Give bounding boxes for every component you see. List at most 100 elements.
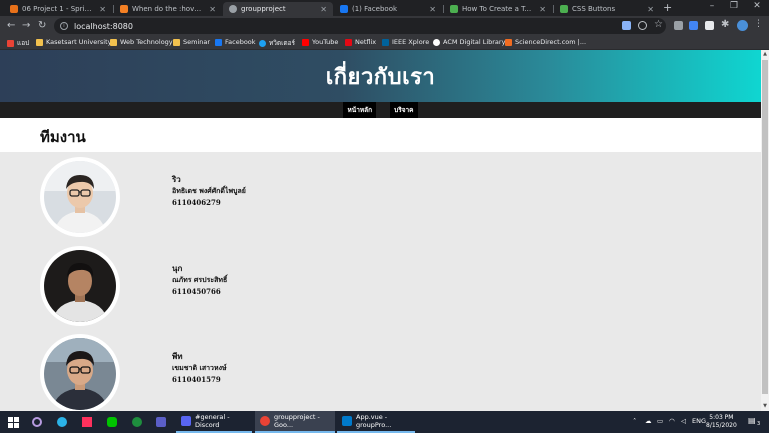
bookmark-item[interactable]: IEEE Xplore (382, 38, 429, 46)
browser-tab[interactable]: When do the :hover, :focus, a ✕ (114, 2, 222, 16)
tab-close-icon[interactable]: ✕ (320, 5, 327, 14)
member-student-id: 6110450766 (172, 287, 221, 296)
extension-icon[interactable] (689, 21, 698, 30)
bookmark-item[interactable]: YouTube (302, 38, 338, 46)
tab-close-icon[interactable]: ✕ (539, 5, 546, 14)
youtube-icon (302, 38, 309, 46)
camera-app-icon[interactable] (130, 414, 144, 430)
teams-icon[interactable] (154, 414, 168, 430)
bookmark-label: YouTube (312, 38, 339, 46)
tab-close-icon[interactable]: ✕ (99, 5, 106, 14)
team-member-card: ริว อิทธิเดช พงศ์ศักดิ์ไพบูลย์ 611040627… (40, 157, 280, 237)
maximize-icon[interactable]: ❐ (726, 1, 742, 11)
bookmark-item[interactable]: ACM Digital Library (433, 38, 505, 46)
language-indicator[interactable]: ENG (692, 417, 706, 425)
notification-center-icon[interactable]: ▤ (748, 416, 756, 425)
nav-link-donate[interactable]: บริจาค (390, 102, 418, 118)
clock-time: 5:03 PM (709, 414, 734, 421)
nav-link-home[interactable]: หน้าหลัก (343, 102, 377, 118)
wifi-icon[interactable]: ◠ (669, 417, 675, 425)
bookmark-item[interactable]: Facebook (215, 38, 256, 46)
taskbar-app-label: App.vue - groupPro... (356, 413, 392, 429)
member-nickname: นุก (172, 264, 183, 273)
bookmarks-bar: แอป Kasetsart University Web Technology … (0, 36, 769, 50)
bookmark-label: ทวิตเตอร์ (269, 39, 295, 47)
tab-close-icon[interactable]: ✕ (429, 5, 436, 14)
bookmark-label: IEEE Xplore (392, 38, 430, 46)
scroll-up-icon[interactable]: ▲ (762, 51, 768, 57)
taskbar-app-vscode[interactable]: App.vue - groupPro... (337, 411, 415, 433)
tab-close-icon[interactable]: ✕ (209, 5, 216, 14)
team-member-card: พีท เขมชาติ เสาวหงษ์ 6110401579 (40, 334, 280, 411)
bookmark-item[interactable]: Netflix (345, 38, 376, 46)
bookmark-item[interactable]: Kasetsart University (36, 38, 112, 46)
extension-icon[interactable] (705, 21, 714, 30)
section-header: ทีมงาน (0, 118, 761, 152)
page-title: เกี่ยวกับเรา (325, 64, 436, 90)
bookmark-star-icon[interactable]: ☆ (654, 18, 663, 32)
browser-tab[interactable]: CSS Buttons ✕ (554, 2, 660, 16)
translate-icon[interactable] (622, 21, 631, 30)
person-photo-icon (44, 250, 116, 322)
minimize-icon[interactable]: – (704, 1, 720, 11)
new-tab-plus-icon[interactable]: + (663, 2, 672, 14)
browser-tab[interactable]: How To Create a Two Colum ✕ (444, 2, 552, 16)
scrollbar-thumb[interactable] (762, 60, 768, 394)
show-hidden-icons-icon[interactable]: ˄ (633, 417, 636, 425)
bookmark-item[interactable]: Web Technology (110, 38, 173, 46)
member-photo (40, 334, 120, 411)
taskbar-app-discord[interactable]: #general - Discord (176, 411, 252, 433)
browser-tab[interactable]: 06 Project 1 - Sprint 2 ✕ (4, 2, 112, 16)
scroll-down-icon[interactable]: ▼ (762, 403, 768, 409)
page-scrollbar[interactable]: ▲ ▼ (761, 50, 769, 411)
browser-tab[interactable]: (1) Facebook ✕ (334, 2, 442, 16)
taskbar-app-chrome[interactable]: groupproject - Goo... (255, 411, 335, 433)
bookmark-item[interactable]: Seminar (173, 38, 210, 46)
facebook-icon (215, 38, 222, 46)
edge-browser-icon[interactable] (55, 414, 69, 430)
member-photo (40, 157, 120, 237)
system-clock[interactable]: 5:03 PM 8/15/2020 (706, 414, 737, 430)
web-page: เกี่ยวกับเรา หน้าหลัก บริจาค ทีมงาน ริว … (0, 50, 761, 411)
browser-tab-active[interactable]: groupproject ✕ (223, 2, 333, 16)
bookmark-label: ACM Digital Library (443, 38, 506, 46)
battery-icon[interactable]: ▭ (657, 417, 663, 425)
browser-menu-icon[interactable]: ⋮ (754, 19, 763, 29)
tab-favicon-icon (560, 5, 568, 13)
cloud-icon[interactable]: ☁ (645, 417, 652, 425)
site-navbar: หน้าหลัก บริจาค (0, 102, 761, 118)
member-fullname: เขมชาติ เสาวหงษ์ (172, 364, 227, 372)
volume-icon[interactable]: ◁ (681, 417, 686, 425)
tab-close-icon[interactable]: ✕ (647, 5, 654, 14)
intellij-icon[interactable] (80, 414, 94, 430)
tab-favicon-icon (10, 5, 18, 13)
folder-icon (110, 38, 117, 46)
profile-avatar-icon[interactable] (737, 20, 748, 31)
bookmark-label: Seminar (183, 38, 211, 46)
folder-icon (36, 38, 43, 46)
site-info-icon[interactable]: i (60, 22, 68, 30)
bookmark-item[interactable]: ทวิตเตอร์ (259, 38, 295, 48)
tab-favicon-icon (229, 5, 237, 13)
line-app-icon[interactable] (105, 414, 119, 430)
bookmark-label: แอป (17, 39, 30, 47)
bookmark-item[interactable]: ScienceDirect.com |... (505, 38, 586, 46)
extension-icon[interactable] (674, 21, 683, 30)
taskbar-app-label: groupproject - Goo... (274, 413, 320, 429)
bookmark-item[interactable]: แอป (7, 38, 29, 48)
address-bar[interactable]: i localhost:8080 (54, 18, 666, 34)
tab-title: 06 Project 1 - Sprint 2 (22, 5, 96, 13)
netflix-icon (345, 38, 352, 46)
member-fullname: อิทธิเดช พงศ์ศักดิ์ไพบูลย์ (172, 187, 246, 195)
search-circle-icon[interactable] (30, 414, 44, 430)
close-window-icon[interactable]: ✕ (749, 1, 765, 11)
forward-arrow-icon[interactable]: → (22, 19, 30, 33)
twitter-icon (259, 39, 266, 47)
back-arrow-icon[interactable]: ← (7, 19, 15, 33)
extensions-puzzle-icon[interactable]: ✱ (721, 18, 729, 32)
sciencedirect-icon (505, 38, 512, 46)
reload-icon[interactable]: ↻ (38, 19, 46, 33)
address-url[interactable]: localhost:8080 (74, 22, 133, 31)
windows-start-icon[interactable] (6, 414, 20, 430)
zoom-search-icon[interactable] (638, 21, 647, 30)
